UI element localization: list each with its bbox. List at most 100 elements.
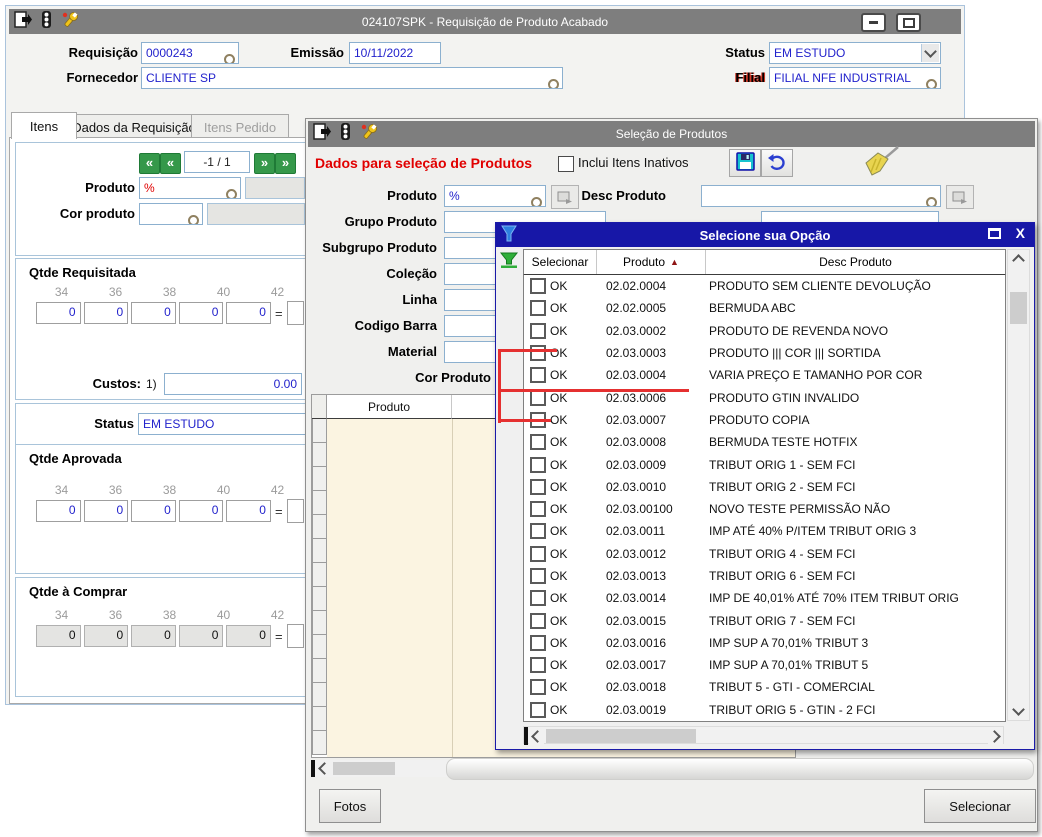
row-checkbox[interactable] xyxy=(530,323,546,339)
inativos-checkbox[interactable] xyxy=(558,156,574,172)
emissao-field[interactable]: 10/11/2022 xyxy=(349,42,441,64)
exit-icon[interactable] xyxy=(313,123,331,144)
lookup-icon[interactable] xyxy=(224,54,235,64)
table-row[interactable]: OK02.03.0013TRIBUT ORIG 6 - SEM FCI xyxy=(524,565,1005,587)
scroll-thumb[interactable] xyxy=(546,729,696,743)
titlebar-selecao[interactable]: Seleção de Produtos xyxy=(308,121,1035,147)
dialog-vscrollbar[interactable] xyxy=(1007,249,1030,721)
row-checkbox[interactable] xyxy=(530,546,546,562)
qty-cell[interactable]: 0 xyxy=(84,302,129,324)
titlebar-dialog[interactable]: Selecione sua Opção X xyxy=(496,223,1034,247)
lookup-icon[interactable] xyxy=(226,189,237,199)
row-checkbox[interactable] xyxy=(530,367,546,383)
scroll-thumb[interactable] xyxy=(333,762,395,775)
table-row[interactable]: OK02.03.0016IMP SUP A 70,01% TRIBUT 3 xyxy=(524,632,1005,654)
row-checkbox[interactable] xyxy=(530,479,546,495)
row-checkbox[interactable] xyxy=(530,590,546,606)
nav-prev-button[interactable]: « xyxy=(160,153,181,174)
row-checkbox[interactable] xyxy=(530,635,546,651)
scroll-right-arrow[interactable] xyxy=(988,727,1003,745)
table-row[interactable]: OK02.03.0003PRODUTO ||| COR ||| SORTIDA xyxy=(524,342,1005,364)
titlebar-requisicao[interactable]: 024107SPK - Requisição de Produto Acabad… xyxy=(9,9,961,34)
table-row[interactable]: OK02.03.0002PRODUTO DE REVENDA NOVO xyxy=(524,320,1005,342)
qty-cell[interactable]: 0 xyxy=(131,500,176,522)
qty-cell[interactable]: 0 xyxy=(36,500,81,522)
row-checkbox[interactable] xyxy=(530,657,546,673)
table-row[interactable]: OK02.03.0011IMP ATÉ 40% P/ITEM TRIBUT OR… xyxy=(524,520,1005,542)
table-row[interactable]: OK02.03.0017IMP SUP A 70,01% TRIBUT 5 xyxy=(524,654,1005,676)
traffic-light-icon[interactable] xyxy=(339,123,352,145)
custos-field[interactable]: 0.00 xyxy=(164,373,302,395)
row-checkbox[interactable] xyxy=(530,390,546,406)
qty-cell[interactable]: 0 xyxy=(131,302,176,324)
table-row[interactable]: OK02.03.0014IMP DE 40,01% ATÉ 70% ITEM T… xyxy=(524,587,1005,609)
row-checkbox[interactable] xyxy=(530,345,546,361)
tab-itens[interactable]: Itens xyxy=(11,112,77,139)
grid-col-produto[interactable]: Produto xyxy=(327,395,452,419)
row-checkbox[interactable] xyxy=(530,457,546,473)
total-field[interactable] xyxy=(287,499,304,523)
grid-hscrollbar[interactable] xyxy=(311,760,448,777)
table-row[interactable]: OK02.03.0010TRIBUT ORIG 2 - SEM FCI xyxy=(524,476,1005,498)
save-button[interactable] xyxy=(729,149,761,177)
table-row[interactable]: OK02.03.0015TRIBUT ORIG 7 - SEM FCI xyxy=(524,609,1005,631)
row-checkbox[interactable] xyxy=(530,613,546,629)
qty-cell[interactable]: 0 xyxy=(84,500,129,522)
table-row[interactable]: OK02.03.0009TRIBUT ORIG 1 - SEM FCI xyxy=(524,453,1005,475)
produto-filter-field[interactable]: % xyxy=(444,185,546,207)
wrench-icon[interactable] xyxy=(61,11,80,32)
maximize-button[interactable] xyxy=(896,13,921,32)
desc-produto-field[interactable] xyxy=(701,185,941,207)
table-row[interactable]: OK02.03.0004VARIA PREÇO E TAMANHO POR CO… xyxy=(524,364,1005,386)
lookup-icon[interactable] xyxy=(548,79,559,89)
table-row[interactable]: OK02.03.0018TRIBUT 5 - GTI - COMERCIAL xyxy=(524,676,1005,698)
clear-filters-button[interactable] xyxy=(864,145,900,180)
scroll-left-arrow[interactable] xyxy=(529,727,544,745)
chevron-down-icon[interactable] xyxy=(921,44,939,62)
row-checkbox[interactable] xyxy=(530,434,546,450)
nav-next-button[interactable]: » xyxy=(254,153,275,174)
lookup-icon[interactable] xyxy=(188,215,199,225)
table-row[interactable]: OK02.02.0004PRODUTO SEM CLIENTE DEVOLUÇÃ… xyxy=(524,275,1005,297)
cor-produto-field[interactable] xyxy=(139,203,203,225)
traffic-light-icon[interactable] xyxy=(40,11,53,33)
selecionar-button[interactable]: Selecionar xyxy=(924,789,1036,823)
status-combo[interactable]: EM ESTUDO xyxy=(769,42,941,64)
col-desc-produto[interactable]: Desc Produto xyxy=(705,250,1005,274)
row-checkbox[interactable] xyxy=(530,702,546,718)
fotos-button[interactable]: Fotos xyxy=(319,789,381,823)
dialog-hscrollbar[interactable] xyxy=(523,726,1004,744)
qty-cell[interactable]: 0 xyxy=(179,302,224,324)
scroll-thumb[interactable] xyxy=(1010,292,1027,324)
tab-dados-da-requisicao[interactable]: Dados da Requisição xyxy=(61,114,207,139)
lookup-icon[interactable] xyxy=(926,197,937,207)
qty-cell[interactable]: 0 xyxy=(179,500,224,522)
nav-first-button[interactable]: « xyxy=(139,153,160,174)
table-row[interactable]: OK02.03.0007PRODUTO COPIA xyxy=(524,409,1005,431)
table-row[interactable]: OK02.03.0012TRIBUT ORIG 4 - SEM FCI xyxy=(524,543,1005,565)
total-field[interactable] xyxy=(287,301,304,325)
item-status-field[interactable]: EM ESTUDO xyxy=(138,413,308,435)
undo-button[interactable] xyxy=(761,149,793,177)
table-row[interactable]: OK02.03.00100NOVO TESTE PERMISSÃO NÃO xyxy=(524,498,1005,520)
col-selecionar[interactable]: Selecionar xyxy=(524,250,596,274)
fornecedor-field[interactable]: CLIENTE SP xyxy=(141,67,563,89)
scroll-down-arrow[interactable] xyxy=(1008,702,1029,720)
row-checkbox[interactable] xyxy=(530,679,546,695)
table-row[interactable]: OK02.03.0019TRIBUT ORIG 5 - GTIN - 2 FCI xyxy=(524,699,1005,721)
close-icon[interactable]: X xyxy=(1016,225,1025,241)
minimize-button[interactable] xyxy=(861,13,886,32)
scroll-left-arrow[interactable] xyxy=(316,760,331,777)
maximize-icon[interactable] xyxy=(988,228,1001,239)
filial-field[interactable]: FILIAL NFE INDUSTRIAL xyxy=(769,67,941,89)
row-checkbox[interactable] xyxy=(530,501,546,517)
row-checkbox[interactable] xyxy=(530,568,546,584)
lookup-icon[interactable] xyxy=(926,79,937,89)
qty-cell[interactable]: 0 xyxy=(226,500,271,522)
table-row[interactable]: OK02.03.0008BERMUDA TESTE HOTFIX xyxy=(524,431,1005,453)
requisicao-field[interactable]: 0000243 xyxy=(141,42,239,64)
row-checkbox[interactable] xyxy=(530,523,546,539)
lookup-icon[interactable] xyxy=(531,197,542,207)
qty-cell[interactable]: 0 xyxy=(36,302,81,324)
qty-cell[interactable]: 0 xyxy=(226,302,271,324)
